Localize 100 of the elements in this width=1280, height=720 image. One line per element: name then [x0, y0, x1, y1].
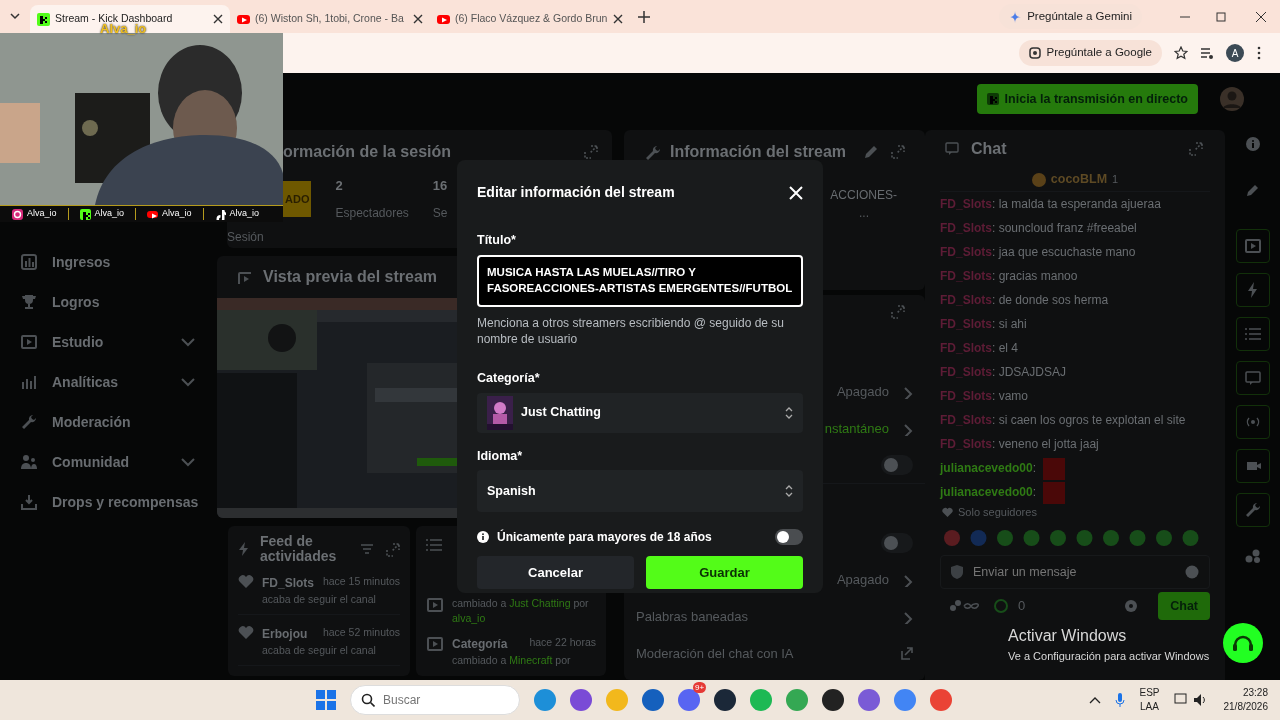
- coin-icon: [1031, 172, 1046, 187]
- taskbar-app-icon[interactable]: [714, 689, 736, 711]
- change-title: Categoría: [452, 636, 508, 653]
- bolt-button[interactable]: [1235, 273, 1270, 307]
- setting-value: Apagado: [836, 570, 889, 589]
- timestamp: hace 52 minutos: [322, 624, 400, 640]
- social-handle: Alva_io: [162, 207, 192, 221]
- sidebar-item[interactable]: Ingresos: [0, 242, 217, 282]
- filter-icon[interactable]: [360, 542, 374, 556]
- wrench-button[interactable]: [1235, 493, 1270, 527]
- external-link-icon[interactable]: [899, 646, 913, 661]
- menu-icon[interactable]: [1256, 46, 1262, 60]
- google-lens-button[interactable]: Pregúntale a Google: [1018, 40, 1162, 66]
- chat-mode: Solo seguidores: [958, 505, 1037, 520]
- activity-text: acaba de seguir el canal: [262, 592, 377, 607]
- help-icon[interactable]: [1223, 623, 1263, 663]
- toggle-switch[interactable]: [881, 532, 913, 553]
- field-label: Título*: [477, 232, 517, 249]
- sidebar-item[interactable]: Estudio: [0, 322, 217, 362]
- timestamp: hace 22 horas: [529, 635, 596, 650]
- heart-icon: [238, 624, 254, 639]
- film-icon: [426, 595, 444, 614]
- close-icon[interactable]: [213, 14, 223, 24]
- sidebar-item[interactable]: Comunidad: [0, 442, 217, 482]
- channel-label: Alva_io: [100, 23, 147, 35]
- taskbar-app-icon[interactable]: [822, 689, 844, 711]
- helper-text: Menciona a otros streamers escribiendo @ seguido de su nombre de usuario: [477, 314, 785, 347]
- dots-icon[interactable]: [1244, 549, 1261, 563]
- username[interactable]: julianacevedo00:: [940, 485, 1040, 499]
- social-handle: Alva_io: [229, 207, 260, 221]
- sidebar-item[interactable]: Analíticas: [0, 362, 217, 402]
- close-icon[interactable]: [613, 14, 623, 24]
- camera-button[interactable]: [1235, 449, 1270, 483]
- title-field[interactable]: MUSICA HASTA LAS MUELAS//TIRO Y FASOREACCIONES-ARTISTAS EMERGENTES//FUTBOL: [477, 254, 803, 307]
- windows-icon[interactable]: [316, 690, 336, 710]
- chat-message: FD_Slots: si ahi: [939, 316, 1028, 333]
- people-icon: [20, 453, 38, 471]
- close-icon[interactable]: [413, 14, 423, 24]
- film-button[interactable]: [1235, 229, 1270, 263]
- points-count: 0: [1018, 597, 1026, 616]
- expand-icon[interactable]: [889, 303, 907, 321]
- stat-label: Se: [432, 204, 448, 222]
- toggle-switch[interactable]: [881, 455, 913, 475]
- field-label: Idioma*: [477, 447, 524, 465]
- avatar[interactable]: [1220, 87, 1244, 111]
- gift-count: 1: [1112, 172, 1119, 188]
- chart-icon: [20, 253, 38, 271]
- broadcast-button[interactable]: [1235, 405, 1270, 439]
- keyboard-layout[interactable]: LAA: [1139, 700, 1160, 714]
- sidebar-item[interactable]: Logros: [0, 282, 217, 322]
- username[interactable]: julianacevedo00:: [940, 461, 1040, 475]
- pencil-icon[interactable]: [1245, 183, 1260, 197]
- star-icon[interactable]: [1174, 46, 1188, 60]
- timestamp: hace 15 minutos: [322, 574, 400, 589]
- clock-date[interactable]: 21/8/2026: [1223, 700, 1268, 714]
- cancel-button[interactable]: Cancelar: [477, 556, 634, 590]
- chat-message: FD_Slots: souncloud franz #freeabel: [939, 220, 1138, 237]
- chat-message: FD_Slots: el 4: [939, 340, 1020, 357]
- bolt-icon: [238, 542, 250, 556]
- adult-toggle[interactable]: [775, 529, 803, 546]
- status-badge: ADO: [283, 180, 312, 217]
- taskbar-search[interactable]: Buscar: [350, 685, 520, 715]
- category-select[interactable]: Just Chatting: [477, 392, 803, 433]
- chevron-up-icon[interactable]: [1089, 696, 1102, 704]
- stat-value: 16: [432, 177, 448, 195]
- settings-icon[interactable]: [1124, 598, 1139, 613]
- emote-icon: [1043, 481, 1066, 504]
- chat-message: FD_Slots: la malda ta esperanda ajueraa: [939, 196, 1162, 213]
- setting-value: nstantáneo: [824, 419, 889, 438]
- play-icon: [437, 12, 450, 26]
- expand-icon[interactable]: [889, 143, 907, 161]
- updown-icon: [785, 485, 793, 498]
- language-code[interactable]: ESP: [1139, 686, 1160, 700]
- microphone-icon[interactable]: [1115, 692, 1126, 708]
- message-input[interactable]: Enviar un mensaje: [940, 554, 1210, 589]
- browser-tab[interactable]: (6) Wiston Sh, 1tobi, Crone - Ba: [230, 5, 430, 33]
- browser-tab[interactable]: (6) Flaco Vázquez & Gordo Brun: [430, 5, 630, 33]
- pencil-icon[interactable]: [863, 144, 879, 160]
- media-icon[interactable]: [1200, 46, 1214, 60]
- expand-icon[interactable]: [384, 541, 400, 557]
- chat-message: FD_Slots: JDSAJDSAJ: [939, 364, 1068, 381]
- shield-icon: [951, 564, 963, 579]
- list-icon: [426, 537, 442, 552]
- info-icon[interactable]: [1245, 137, 1260, 151]
- list-button[interactable]: [1235, 317, 1270, 351]
- profile-avatar[interactable]: A: [1226, 44, 1244, 62]
- setting-value: Apagado: [836, 382, 889, 401]
- expand-icon[interactable]: [1187, 140, 1205, 158]
- list-icon: [1243, 325, 1262, 343]
- film-icon: [1243, 237, 1262, 255]
- sidebar-item[interactable]: Drops y recompensas: [0, 482, 217, 522]
- username: Erbojou: [262, 625, 308, 643]
- sidebar-item[interactable]: Moderación: [0, 402, 217, 442]
- chat-button[interactable]: [1235, 361, 1270, 395]
- save-button[interactable]: Guardar: [646, 556, 803, 590]
- language-select[interactable]: Spanish: [477, 470, 803, 513]
- expand-icon[interactable]: [582, 143, 600, 161]
- social-handle: Alva_io: [27, 207, 57, 221]
- logo-icon: [986, 93, 999, 105]
- clock-time[interactable]: 23:28: [1223, 686, 1268, 700]
